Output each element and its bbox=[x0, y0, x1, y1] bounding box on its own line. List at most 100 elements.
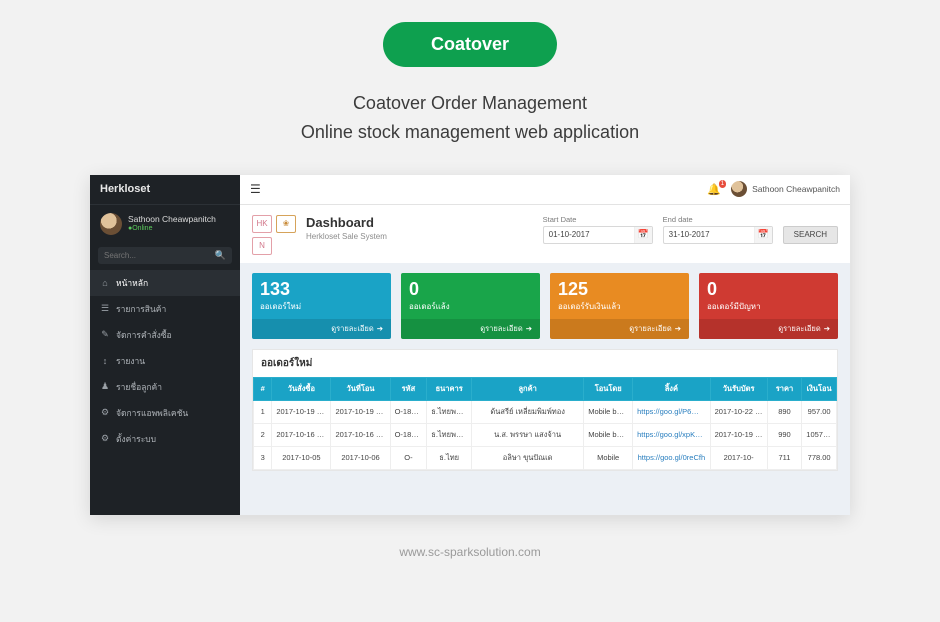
orders-table: #วันสั่งซื้อวันที่โอนรหัสธนาคารลูกค้าโอน… bbox=[253, 377, 837, 470]
table-row[interactable]: 22017-10-16 11:31:242017-10-16 12:00:00O… bbox=[254, 423, 837, 446]
sidebar-item-4[interactable]: ♟ รายชื่อลูกค้า bbox=[90, 374, 240, 400]
page-subtitle: Herkloset Sale System bbox=[306, 232, 387, 241]
date-filters: Start Date 01-10-2017 📅 End date 31-10-2… bbox=[543, 215, 838, 244]
nav-item-icon: ♟ bbox=[100, 381, 110, 392]
stat-label: ออเดอร์มีปัญหา bbox=[699, 300, 838, 319]
sidebar-item-6[interactable]: ⚙ตั้งค่าระบบ bbox=[90, 426, 240, 452]
bell-icon[interactable]: 🔔1 bbox=[707, 183, 721, 196]
topbar-user[interactable]: Sathoon Cheawpanitch bbox=[731, 181, 840, 197]
table-cell: 2017-10-05 bbox=[272, 446, 331, 469]
table-header[interactable]: วันสั่งซื้อ bbox=[272, 377, 331, 400]
search-icon[interactable]: 🔍 bbox=[215, 250, 226, 261]
arrow-right-icon: ➔ bbox=[526, 324, 532, 333]
sidebar-item-3[interactable]: ↕รายงาน bbox=[90, 348, 240, 374]
table-header[interactable]: ราคา bbox=[767, 377, 802, 400]
table-header[interactable]: รหัส bbox=[390, 377, 427, 400]
stat-card-2[interactable]: 125ออเดอร์รับเงินแล้วดูรายละเอียด ➔ bbox=[550, 273, 689, 339]
table-cell: 990 bbox=[767, 423, 802, 446]
footer-url: www.sc-sparksolution.com bbox=[0, 545, 940, 559]
topbar: ☰ 🔔1 Sathoon Cheawpanitch bbox=[240, 175, 850, 205]
table-header[interactable]: โอนโดย bbox=[584, 377, 633, 400]
sidebar-item-0[interactable]: ⌂หน้าหลัก bbox=[90, 270, 240, 296]
sidebar-search[interactable]: 🔍 bbox=[98, 247, 232, 264]
app-sidebar: Herkloset Sathoon Cheawpanitch Online 🔍 … bbox=[90, 175, 240, 515]
app-brand: Herkloset bbox=[90, 175, 240, 205]
table-header[interactable]: ลูกค้า bbox=[472, 377, 584, 400]
dashboard-header: HK ❀ N Dashboard Herkloset Sale System S… bbox=[240, 205, 850, 263]
table-cell: 2017-10-16 11:31:24 bbox=[272, 423, 331, 446]
avatar bbox=[731, 181, 747, 197]
calendar-icon[interactable]: 📅 bbox=[754, 227, 772, 243]
table-cell[interactable]: https://goo.gl/P6WfU bbox=[633, 400, 710, 423]
sidebar-item-1[interactable]: ☰รายการสินค้า bbox=[90, 296, 240, 322]
table-cell: ธ.ไทย bbox=[427, 446, 472, 469]
nav-item-label: จัดการแอพพลิเคชัน bbox=[116, 406, 188, 420]
headline: Coatover Order Management Online stock m… bbox=[0, 89, 940, 147]
topbar-user-name: Sathoon Cheawpanitch bbox=[752, 184, 840, 194]
arrow-right-icon: ➔ bbox=[377, 324, 383, 333]
table-cell: อลิษา ขุนปัณเด bbox=[472, 446, 584, 469]
end-date-label: End date bbox=[663, 215, 773, 224]
stat-more-link[interactable]: ดูรายละเอียด ➔ bbox=[401, 319, 540, 339]
table-cell: O- bbox=[390, 446, 427, 469]
table-cell: Mobile bbox=[584, 446, 633, 469]
nav-item-label: หน้าหลัก bbox=[116, 276, 148, 290]
table-cell[interactable]: https://goo.gl/xpKxwI bbox=[633, 423, 710, 446]
partner-logos: HK ❀ N bbox=[252, 215, 296, 255]
arrow-right-icon: ➔ bbox=[675, 324, 681, 333]
arrow-right-icon: ➔ bbox=[824, 324, 830, 333]
table-cell: Mobile banking bbox=[584, 400, 633, 423]
stat-value: 133 bbox=[252, 273, 391, 300]
stat-more-link[interactable]: ดูรายละเอียด ➔ bbox=[252, 319, 391, 339]
table-cell: น.ส. พรรษา แสงจ้าน bbox=[472, 423, 584, 446]
stat-card-1[interactable]: 0ออเดอร์แล้งดูรายละเอียด ➔ bbox=[401, 273, 540, 339]
sidebar-item-5[interactable]: ⚙ จัดการแอพพลิเคชัน bbox=[90, 400, 240, 426]
table-header[interactable]: เงินโอน bbox=[802, 377, 837, 400]
stat-value: 0 bbox=[699, 273, 838, 300]
end-date-value: 31-10-2017 bbox=[664, 230, 754, 239]
sidebar-user-name: Sathoon Cheawpanitch bbox=[128, 215, 216, 224]
nav-item-icon: ⚙ bbox=[100, 407, 110, 418]
table-cell: ธ.ไทยพาณิชย์ bbox=[427, 423, 472, 446]
app-screenshot: Herkloset Sathoon Cheawpanitch Online 🔍 … bbox=[90, 175, 850, 515]
table-header[interactable]: ลิ้งค์ bbox=[633, 377, 710, 400]
table-row[interactable]: 32017-10-052017-10-06O-ธ.ไทยอลิษา ขุนปัณ… bbox=[254, 446, 837, 469]
table-header[interactable]: วันที่โอน bbox=[331, 377, 390, 400]
stat-label: ออเดอร์แล้ง bbox=[401, 300, 540, 319]
sidebar-user[interactable]: Sathoon Cheawpanitch Online bbox=[90, 205, 240, 243]
search-button[interactable]: SEARCH bbox=[783, 226, 838, 244]
table-header[interactable]: ธนาคาร bbox=[427, 377, 472, 400]
sidebar-item-2[interactable]: ✎จัดการคำสั่งซื้อ bbox=[90, 322, 240, 348]
table-header[interactable]: # bbox=[254, 377, 272, 400]
table-cell: 2017-10-19 09:45:00 bbox=[331, 400, 390, 423]
table-cell: 778.00 bbox=[802, 446, 837, 469]
end-date-input[interactable]: 31-10-2017 📅 bbox=[663, 226, 773, 244]
stat-more-link[interactable]: ดูรายละเอียด ➔ bbox=[699, 319, 838, 339]
nav-item-label: รายการสินค้า bbox=[116, 302, 166, 316]
table-cell: ด้นสรีย์ เหลี่ยมพิมพ์ทอง bbox=[472, 400, 584, 423]
stat-cards: 133ออเดอร์ใหม่ดูรายละเอียด ➔0ออเดอร์แล้ง… bbox=[240, 263, 850, 339]
partner-logo-2: ❀ bbox=[276, 215, 296, 233]
nav-item-icon: ⚙ bbox=[100, 433, 110, 444]
stat-card-0[interactable]: 133ออเดอร์ใหม่ดูรายละเอียด ➔ bbox=[252, 273, 391, 339]
notif-badge: 1 bbox=[719, 180, 726, 188]
partner-logo-1: HK bbox=[252, 215, 272, 233]
table-cell: 2017-10-16 12:00:00 bbox=[331, 423, 390, 446]
table-header[interactable]: วันรับบัตร bbox=[710, 377, 767, 400]
brand-pill: Coatover bbox=[383, 22, 557, 67]
calendar-icon[interactable]: 📅 bbox=[634, 227, 652, 243]
table-cell: 2017-10-06 bbox=[331, 446, 390, 469]
stat-more-link[interactable]: ดูรายละเอียด ➔ bbox=[550, 319, 689, 339]
table-cell: ธ.ไทยพาณิชย์ bbox=[427, 400, 472, 423]
table-cell[interactable]: https://goo.gl/0reCfh bbox=[633, 446, 710, 469]
start-date-input[interactable]: 01-10-2017 📅 bbox=[543, 226, 653, 244]
search-input[interactable] bbox=[104, 251, 215, 260]
orders-title: ออเดอร์ใหม่ bbox=[253, 350, 837, 377]
table-cell: Mobile banking bbox=[584, 423, 633, 446]
nav-item-label: รายชื่อลูกค้า bbox=[116, 380, 162, 394]
table-row[interactable]: 12017-10-19 09:42:312017-10-19 09:45:00O… bbox=[254, 400, 837, 423]
stat-card-3[interactable]: 0ออเดอร์มีปัญหาดูรายละเอียด ➔ bbox=[699, 273, 838, 339]
stat-label: ออเดอร์รับเงินแล้ว bbox=[550, 300, 689, 319]
app-main: ☰ 🔔1 Sathoon Cheawpanitch HK ❀ bbox=[240, 175, 850, 515]
hamburger-icon[interactable]: ☰ bbox=[250, 182, 261, 196]
